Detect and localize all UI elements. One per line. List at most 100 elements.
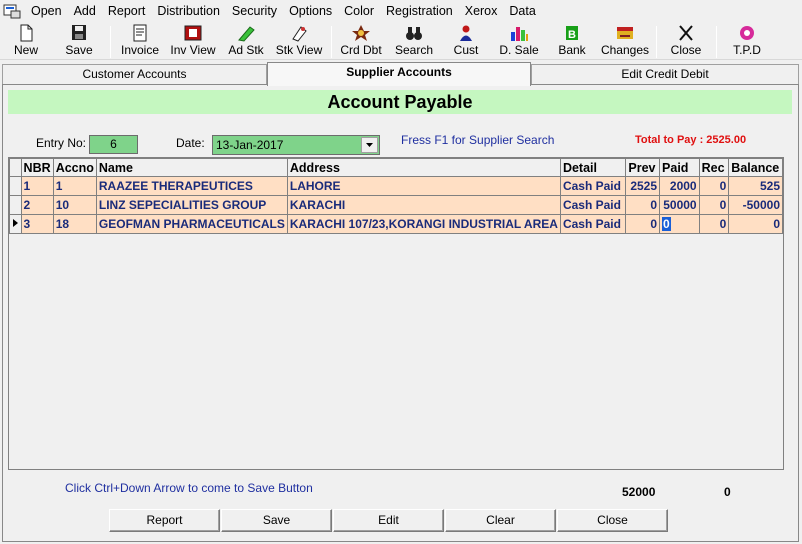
cell-address[interactable]: LAHORE: [286, 176, 561, 196]
date-label: Date:: [176, 136, 205, 150]
changes-icon: [615, 24, 635, 42]
toolbar: New Save Invoice Inv View Ad Stk Stk Vie…: [0, 22, 802, 60]
table-row-current[interactable]: 3 18 GEOFMAN PHARMACEUTICALS KARACHI 107…: [9, 214, 783, 234]
row-selector[interactable]: [9, 214, 22, 234]
date-value: 13-Jan-2017: [216, 138, 284, 152]
toolbar-close-button[interactable]: Close: [667, 24, 705, 60]
col-header-balance[interactable]: Balance: [728, 158, 783, 177]
toolbar-separator: [110, 26, 111, 58]
menu-xerox[interactable]: Xerox: [459, 0, 504, 22]
col-header-detail[interactable]: Detail: [559, 158, 627, 177]
cell-name[interactable]: GEOFMAN PHARMACEUTICALS: [95, 214, 288, 234]
col-header-accno[interactable]: Accno: [52, 158, 97, 177]
col-header-name[interactable]: Name: [95, 158, 288, 177]
toolbar-label: Crd Dbt: [340, 43, 382, 57]
entry-no-field[interactable]: 6: [89, 135, 138, 154]
new-document-icon: [16, 24, 36, 42]
cell-accno[interactable]: 18: [52, 214, 97, 234]
menu-report[interactable]: Report: [102, 0, 152, 22]
menu-registration[interactable]: Registration: [380, 0, 459, 22]
toolbar-cust-button[interactable]: Cust: [450, 24, 482, 60]
toolbar-changes-button[interactable]: Changes: [600, 24, 650, 60]
tab-supplier-accounts[interactable]: Supplier Accounts: [267, 62, 531, 86]
toolbar-tpd-button[interactable]: T.P.D: [728, 24, 766, 60]
close-button[interactable]: Close: [557, 509, 668, 532]
menu-data[interactable]: Data: [503, 0, 541, 22]
total-paid: 52000: [622, 485, 656, 499]
supplier-search-hint: Fress F1 for Supplier Search: [401, 133, 555, 147]
col-header-nbr[interactable]: NBR: [20, 158, 54, 177]
cell-prev[interactable]: 2525: [625, 176, 661, 196]
report-button[interactable]: Report: [109, 509, 220, 532]
cell-detail[interactable]: Cash Paid: [559, 176, 627, 196]
cell-detail[interactable]: Cash Paid: [559, 195, 627, 215]
cell-paid-editing[interactable]: 0: [659, 214, 700, 234]
action-buttons: Report Save Edit Clear Close: [109, 509, 669, 532]
cell-nbr[interactable]: 3: [20, 214, 54, 234]
cell-balance[interactable]: 0: [728, 214, 783, 234]
cell-address[interactable]: KARACHI 107/23,KORANGI INDUSTRIAL AREA: [286, 214, 561, 234]
cell-balance[interactable]: 525: [728, 176, 783, 196]
menu-security[interactable]: Security: [226, 0, 283, 22]
col-header-address[interactable]: Address: [286, 158, 561, 177]
cell-accno[interactable]: 10: [52, 195, 97, 215]
cell-paid[interactable]: 2000: [659, 176, 700, 196]
bank-icon: B: [562, 24, 582, 42]
toolbar-bank-button[interactable]: B Bank: [556, 24, 588, 60]
cell-rec[interactable]: 0: [698, 195, 730, 215]
menu-distribution[interactable]: Distribution: [151, 0, 226, 22]
cell-name[interactable]: LINZ SEPECIALITIES GROUP: [95, 195, 288, 215]
toolbar-search-button[interactable]: Search: [393, 24, 435, 60]
add-stock-icon: [236, 24, 256, 42]
toolbar-stk-view-button[interactable]: Stk View: [274, 24, 324, 60]
row-selector[interactable]: [9, 195, 22, 215]
row-selector[interactable]: [9, 176, 22, 196]
col-header-rec[interactable]: Rec: [698, 158, 730, 177]
cell-detail[interactable]: Cash Paid: [559, 214, 627, 234]
toolbar-separator: [716, 26, 717, 58]
save-button[interactable]: Save: [221, 509, 332, 532]
cell-nbr[interactable]: 1: [20, 176, 54, 196]
col-header-paid[interactable]: Paid: [659, 158, 700, 177]
total-to-pay: Total to Pay : 2525.00: [635, 134, 747, 146]
cell-rec[interactable]: 0: [698, 214, 730, 234]
tab-customer-accounts[interactable]: Customer Accounts: [2, 64, 267, 84]
accounts-grid[interactable]: NBR Accno Name Address Detail Prev Paid …: [8, 157, 784, 470]
toolbar-d-sale-button[interactable]: D. Sale: [498, 24, 540, 60]
cell-prev[interactable]: 0: [625, 195, 661, 215]
cell-paid[interactable]: 50000: [659, 195, 700, 215]
close-x-icon: [676, 24, 696, 42]
edit-button[interactable]: Edit: [333, 509, 444, 532]
svg-text:B: B: [568, 29, 576, 41]
cell-balance[interactable]: -50000: [728, 195, 783, 215]
toolbar-new-button[interactable]: New: [6, 24, 46, 60]
toolbar-label: Ad Stk: [228, 43, 264, 57]
toolbar-label: Cust: [453, 43, 479, 57]
cell-address[interactable]: KARACHI: [286, 195, 561, 215]
table-row[interactable]: 1 1 RAAZEE THERAPEUTICES LAHORE Cash Pai…: [9, 176, 783, 196]
menu-options[interactable]: Options: [283, 0, 338, 22]
table-row[interactable]: 2 10 LINZ SEPECIALITIES GROUP KARACHI Ca…: [9, 195, 783, 215]
date-picker[interactable]: 13-Jan-2017: [212, 135, 380, 155]
tab-edit-credit-debit[interactable]: Edit Credit Debit: [531, 64, 799, 84]
menu-color[interactable]: Color: [338, 0, 380, 22]
cell-prev[interactable]: 0: [625, 214, 661, 234]
toolbar-save-button[interactable]: Save: [60, 24, 98, 60]
cell-accno[interactable]: 1: [52, 176, 97, 196]
cell-rec[interactable]: 0: [698, 176, 730, 196]
toolbar-invoice-button[interactable]: Invoice: [117, 24, 163, 60]
menu-add[interactable]: Add: [68, 0, 102, 22]
toolbar-inv-view-button[interactable]: Inv View: [168, 24, 218, 60]
chevron-down-icon[interactable]: [361, 137, 378, 153]
inv-view-icon: [183, 24, 203, 42]
toolbar-ad-stk-button[interactable]: Ad Stk: [226, 24, 266, 60]
col-header-prev[interactable]: Prev: [625, 158, 661, 177]
menu-open[interactable]: Open: [25, 0, 68, 22]
grid-header-row: NBR Accno Name Address Detail Prev Paid …: [9, 158, 783, 177]
toolbar-crd-dbt-button[interactable]: Crd Dbt: [338, 24, 384, 60]
cell-paid-input[interactable]: 0: [662, 217, 671, 231]
cell-nbr[interactable]: 2: [20, 195, 54, 215]
clear-button[interactable]: Clear: [445, 509, 556, 532]
app-icon[interactable]: [3, 3, 21, 19]
cell-name[interactable]: RAAZEE THERAPEUTICES: [95, 176, 288, 196]
